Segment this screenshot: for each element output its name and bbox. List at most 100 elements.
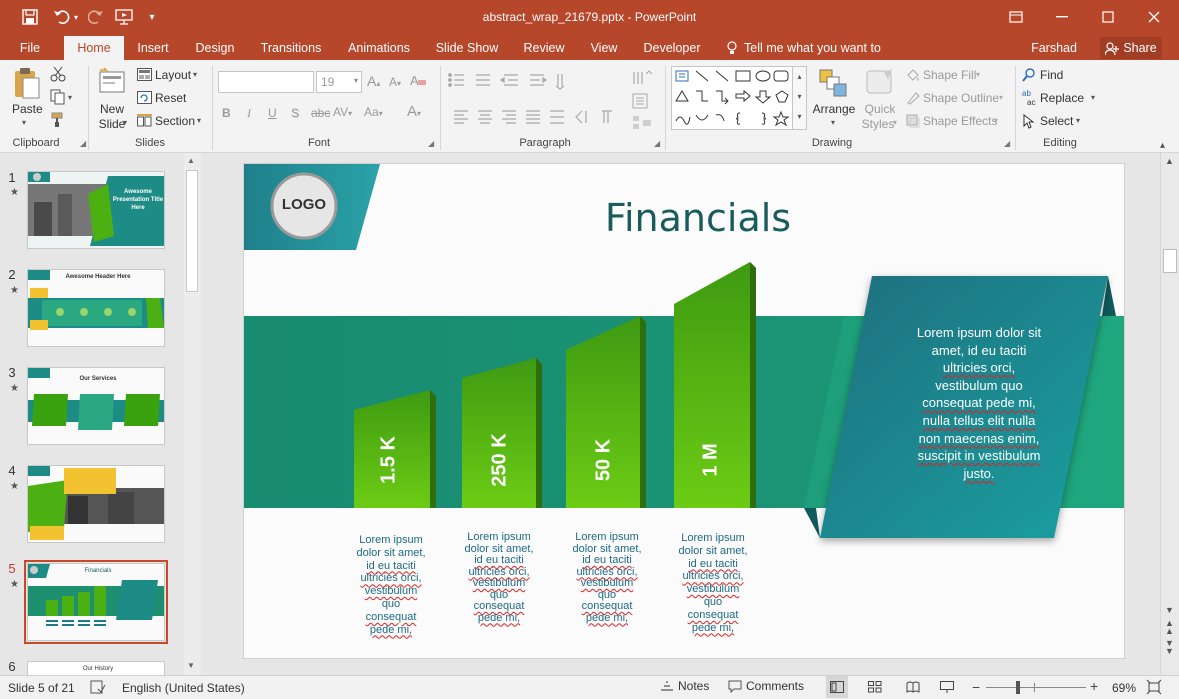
reset-icon[interactable]	[137, 91, 152, 107]
font-size-box[interactable]: 19 ▾	[316, 71, 362, 93]
replace-dropdown-icon[interactable]: ▾	[1091, 93, 1095, 102]
tell-me-search[interactable]: Tell me what you want to do...	[740, 36, 910, 79]
share-button[interactable]: Share	[1100, 37, 1162, 59]
cut-icon[interactable]	[50, 66, 66, 85]
minimize-icon[interactable]	[1046, 6, 1078, 28]
comments-button[interactable]: Comments	[728, 679, 804, 693]
arrange-button[interactable]: Arrange	[810, 102, 858, 116]
reading-view-icon[interactable]	[902, 676, 924, 698]
zoom-out-icon[interactable]: −	[972, 679, 980, 695]
layout-dropdown-icon[interactable]: ▾	[193, 70, 197, 79]
slide-thumbnail-3[interactable]: Our Services	[27, 367, 165, 445]
scroll-down-icon[interactable]: ▼	[187, 661, 195, 670]
slide-scroll-thumb[interactable]	[1163, 249, 1177, 273]
panel-text[interactable]: Lorem ipsum dolor sit amet, id eu taciti…	[884, 324, 1074, 482]
ribbon-display-options-icon[interactable]	[1000, 6, 1032, 28]
select-button[interactable]: Select	[1040, 114, 1073, 128]
bar-3[interactable]: 50 K	[584, 420, 624, 500]
slide-thumbnail-1[interactable]: Awesome Presentation Title Here	[27, 171, 165, 249]
slide-thumbnail-2[interactable]: Awesome Header Here	[27, 269, 165, 347]
format-painter-icon[interactable]	[50, 112, 66, 131]
close-icon[interactable]	[1138, 6, 1170, 28]
find-icon[interactable]	[1022, 68, 1036, 85]
slide-thumbnail-5[interactable]: Financials	[27, 563, 165, 641]
next-slide-icon[interactable]: ▼ ▼	[1165, 639, 1174, 656]
replace-icon[interactable]: ab ac	[1021, 88, 1039, 109]
fit-slide-icon[interactable]	[1146, 679, 1162, 698]
bar-3-caption[interactable]: Lorem ipsum dolor sit amet, id eu taciti…	[562, 531, 652, 624]
animation-star-icon: ★	[10, 187, 19, 198]
current-slide[interactable]: LOGO Financials 1.5 K 250 K 50 K 1 M Lor…	[243, 163, 1125, 659]
scroll-up-icon[interactable]: ▲	[1165, 156, 1174, 166]
tab-file[interactable]: File	[10, 36, 50, 60]
font-launcher-icon[interactable]: ◢	[428, 139, 434, 148]
tab-transitions[interactable]: Transitions	[254, 36, 328, 60]
bar-2-caption[interactable]: Lorem ipsum dolor sit amet, id eu taciti…	[454, 531, 544, 624]
bar-1[interactable]: 1.5 K	[369, 420, 409, 500]
select-dropdown-icon[interactable]: ▾	[1076, 116, 1080, 125]
find-button[interactable]: Find	[1040, 68, 1063, 82]
tab-review[interactable]: Review	[516, 36, 572, 60]
new-slide-dropdown-icon[interactable]: ▾	[123, 118, 127, 127]
paste-button[interactable]: Paste	[12, 102, 43, 116]
slide-show-icon[interactable]	[936, 676, 958, 698]
bar-1-caption[interactable]: Lorem ipsum dolor sit amet, id eu taciti…	[346, 534, 436, 636]
new-slide-label-1[interactable]: New	[92, 102, 132, 116]
shapes-gallery-scroll[interactable]: ▴ ▾ ▾	[793, 66, 807, 130]
shapes-gallery[interactable]	[671, 66, 793, 130]
bar-4[interactable]: 1 M	[691, 420, 731, 500]
section-button[interactable]: Section	[155, 114, 195, 128]
user-name[interactable]: Farshad Iqbal	[1012, 36, 1096, 79]
tab-animations[interactable]: Animations	[340, 36, 418, 60]
tab-design[interactable]: Design	[188, 36, 242, 60]
bar-2[interactable]: 250 K	[480, 420, 520, 500]
paragraph-launcher-icon[interactable]: ◢	[654, 139, 660, 148]
layout-button[interactable]: Layout	[155, 68, 191, 82]
slide-sorter-icon[interactable]	[864, 676, 886, 698]
tab-insert[interactable]: Insert	[130, 36, 176, 60]
bar-4-caption[interactable]: Lorem ipsum dolor sit amet, id eu taciti…	[668, 532, 758, 634]
slide-title[interactable]: Financials	[564, 196, 832, 240]
scroll-down-icon[interactable]: ▼	[1165, 605, 1174, 615]
zoom-slider[interactable]	[986, 687, 1086, 688]
copy-icon[interactable]	[50, 89, 66, 108]
notes-button[interactable]: Notes	[660, 679, 709, 693]
font-size-dropdown-icon[interactable]: ▾	[354, 76, 358, 85]
tab-home[interactable]: Home	[64, 36, 124, 60]
language-indicator[interactable]: English (United States)	[122, 681, 245, 695]
arrange-dropdown-icon[interactable]: ▾	[831, 118, 835, 127]
tab-view[interactable]: View	[584, 36, 624, 60]
zoom-slider-thumb[interactable]	[1016, 681, 1020, 694]
arrange-icon[interactable]	[818, 68, 848, 101]
zoom-level[interactable]: 69%	[1112, 681, 1136, 695]
thumbnail-scroll-thumb[interactable]	[186, 170, 198, 292]
tab-slide-show[interactable]: Slide Show	[430, 36, 504, 60]
paste-dropdown-icon[interactable]: ▾	[22, 118, 26, 127]
select-cursor-icon[interactable]	[1023, 113, 1035, 132]
drawing-launcher-icon[interactable]: ◢	[1004, 139, 1010, 148]
previous-slide-icon[interactable]: ▲ ▲	[1165, 619, 1174, 636]
slide-thumbnail-4[interactable]	[27, 465, 165, 543]
layout-icon[interactable]	[137, 68, 152, 84]
new-slide-icon[interactable]	[98, 66, 126, 101]
logo-text: LOGO	[281, 196, 327, 213]
normal-view-icon[interactable]	[826, 676, 848, 698]
slide-counter[interactable]: Slide 5 of 21	[8, 681, 75, 695]
tab-developer[interactable]: Developer	[636, 36, 708, 60]
scroll-up-icon[interactable]: ▲	[187, 156, 195, 165]
collapse-ribbon-icon[interactable]: ▴	[1160, 140, 1165, 151]
spelling-check-icon[interactable]	[90, 679, 106, 698]
zoom-in-icon[interactable]: +	[1090, 678, 1098, 694]
maximize-icon[interactable]	[1092, 6, 1124, 28]
thumbnail-scrollbar[interactable]: ▲ ▼	[184, 153, 201, 675]
slide-thumbnail-6[interactable]: Our History	[27, 661, 165, 675]
reset-button[interactable]: Reset	[155, 91, 186, 105]
copy-dropdown-icon[interactable]: ▾	[68, 93, 72, 102]
replace-button[interactable]: Replace	[1040, 91, 1084, 105]
section-dropdown-icon[interactable]: ▾	[197, 116, 201, 125]
font-name-box[interactable]	[218, 71, 314, 93]
clipboard-launcher-icon[interactable]: ◢	[80, 139, 86, 148]
paste-icon[interactable]	[12, 66, 42, 102]
slide-vertical-scrollbar[interactable]: ▲ ▼ ▲ ▲ ▼ ▼	[1160, 153, 1179, 675]
section-icon[interactable]	[137, 114, 152, 130]
